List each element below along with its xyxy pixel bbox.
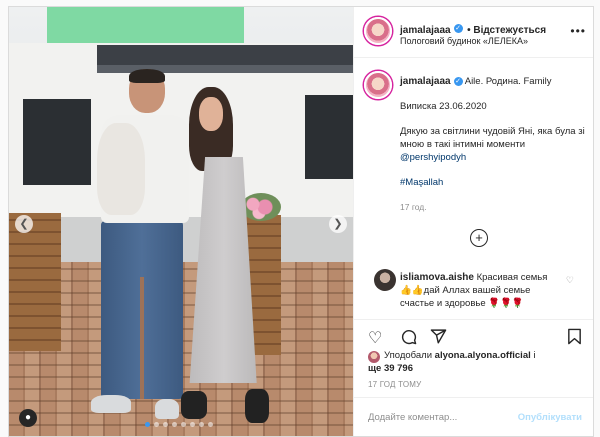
- comment-username[interactable]: isliamova.aishe: [400, 272, 474, 283]
- post-header: jamalajaaa ✓ • Відстежується Пологовий бу…: [354, 7, 593, 58]
- tagged-users-icon[interactable]: ●: [19, 409, 37, 427]
- likes-summary: Уподобали alyona.alyona.official і: [384, 350, 590, 362]
- caption-hashtag[interactable]: #Maşallah: [400, 177, 443, 188]
- carousel-prev-button[interactable]: ❮: [15, 215, 33, 233]
- comment-text-2: 👍👍дай Аллах вашей семье: [400, 285, 531, 296]
- caption-avatar[interactable]: [364, 71, 392, 99]
- post-caption: jamalajaaa ✓ Aile. Родина. Family Виписка…: [400, 75, 586, 189]
- add-comment-bar: Додайте коментар... Опублікувати: [354, 397, 593, 436]
- load-more-comments-icon[interactable]: +: [470, 229, 488, 247]
- comment-text-3: счастье и здоровье 🌹🌹🌹: [400, 298, 524, 309]
- verified-icon: ✓: [453, 24, 463, 34]
- liker-avatar[interactable]: [368, 351, 380, 363]
- posted-ago[interactable]: 17 ГОД ТОМУ: [368, 380, 421, 389]
- avatar[interactable]: [364, 17, 392, 45]
- photo-window-right: [305, 95, 353, 179]
- caption-time: 17 год.: [400, 202, 427, 212]
- photo-planter-left: [9, 213, 61, 351]
- likes-count[interactable]: ще 39 796: [368, 363, 588, 375]
- carousel-dot: [154, 422, 159, 427]
- comment-item: isliamova.aishe Красивая семья 👍👍дай Алл…: [400, 271, 576, 310]
- carousel-next-button[interactable]: ❯: [329, 215, 347, 233]
- caption-line-3: Дякую за світлини чудовій Яні, яка була …: [400, 126, 585, 150]
- carousel-dot: [145, 422, 150, 427]
- likes-user[interactable]: alyona.alyona.official: [435, 350, 531, 361]
- publish-button[interactable]: Опублікувати: [518, 412, 582, 423]
- likes-suffix: і: [533, 350, 536, 361]
- photo-shoe-left: [91, 395, 131, 413]
- photo-canopy: [97, 45, 353, 65]
- post-location[interactable]: Пологовий будинок «ЛЕЛЕКА»: [400, 36, 528, 46]
- carousel-dot: [163, 422, 168, 427]
- header-username[interactable]: jamalajaaa: [400, 25, 451, 36]
- heart-icon[interactable]: ♡: [368, 328, 382, 348]
- photo-sandal-right: [245, 389, 269, 423]
- more-horizontal-icon[interactable]: •••: [570, 24, 586, 38]
- comment-input[interactable]: Додайте коментар...: [368, 412, 457, 423]
- photo-woman-face: [199, 97, 223, 131]
- photo-baby-wrapped: [97, 123, 145, 215]
- photo-window-left: [23, 99, 91, 185]
- bookmark-icon[interactable]: [567, 328, 582, 350]
- post-sidebar: jamalajaaa ✓ • Відстежується Пологовий бу…: [353, 7, 593, 436]
- carousel-dot: [181, 422, 186, 427]
- caption-line-1: Aile. Родина. Family: [464, 76, 552, 87]
- follow-status[interactable]: • Відстежується: [467, 25, 546, 36]
- caption-line-2: Виписка 23.06.2020: [400, 101, 487, 112]
- photo-green-panel: [47, 7, 244, 43]
- caption-mention[interactable]: @pershyipodyh: [400, 152, 466, 163]
- verified-icon: ✓: [453, 76, 463, 86]
- caption-username[interactable]: jamalajaaa: [400, 76, 451, 87]
- post-frame: ❮ ❯ ● jamalajaaa ✓ • Відстежується Полого…: [8, 6, 594, 437]
- comment-like-icon[interactable]: ♡: [566, 275, 574, 286]
- photo-man-hair: [129, 69, 165, 83]
- carousel-dot: [199, 422, 204, 427]
- likes-prefix: Уподобали: [384, 350, 433, 361]
- comment-text-1: Красивая семья: [476, 272, 548, 283]
- likes-count-text[interactable]: ще 39 796: [368, 363, 413, 374]
- comment-icon[interactable]: [400, 328, 417, 350]
- commenter-avatar[interactable]: [374, 269, 396, 291]
- action-bar: ♡: [354, 319, 593, 350]
- carousel-dot: [208, 422, 213, 427]
- carousel-dot: [190, 422, 195, 427]
- photo-jeans-gap: [140, 277, 144, 399]
- post-photo[interactable]: ❮ ❯ ●: [9, 7, 353, 436]
- carousel-dots: [145, 422, 213, 427]
- carousel-dot: [172, 422, 177, 427]
- photo-sandal-left: [181, 391, 207, 419]
- photo-shoe-right: [155, 399, 179, 419]
- photo-flowers: [241, 193, 281, 221]
- share-icon[interactable]: [430, 328, 447, 350]
